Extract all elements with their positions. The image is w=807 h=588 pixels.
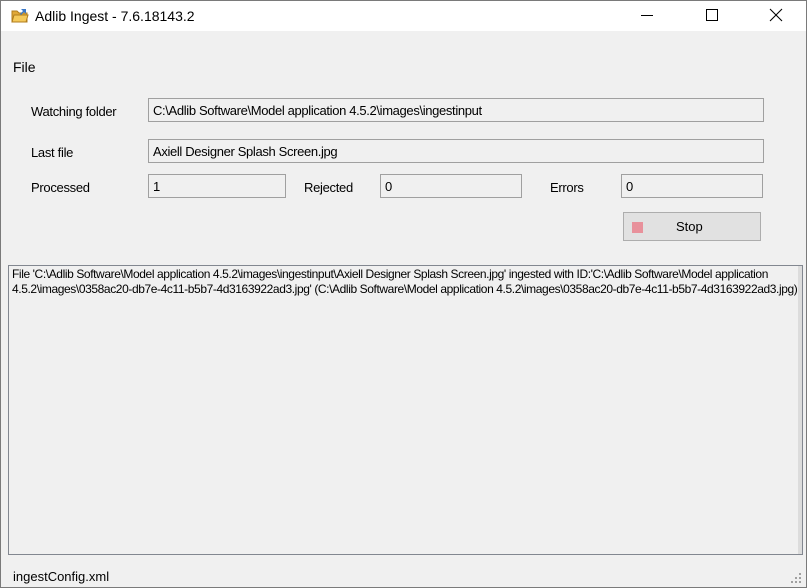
rejected-field[interactable]: 0 — [380, 174, 522, 198]
app-window: Adlib Ingest - 7.6.18143.2 File Watching… — [0, 0, 807, 588]
status-config-file: ingestConfig.xml — [13, 569, 110, 584]
minimize-icon — [641, 9, 653, 24]
rejected-label: Rejected — [304, 180, 353, 195]
close-icon — [769, 8, 783, 25]
menu-file[interactable]: File — [13, 59, 36, 75]
maximize-button[interactable] — [689, 1, 735, 31]
status-bar: ingestConfig.xml — [1, 563, 806, 587]
watching-folder-label: Watching folder — [31, 104, 117, 119]
last-file-field[interactable]: Axiell Designer Splash Screen.jpg — [148, 139, 764, 163]
stop-button-label: Stop — [676, 219, 703, 234]
menu-bar: File — [1, 31, 806, 76]
errors-label: Errors — [550, 180, 584, 195]
folder-icon — [11, 8, 29, 24]
log-output[interactable]: File 'C:\Adlib Software\Model applicatio… — [8, 265, 803, 555]
stop-square-icon — [632, 222, 643, 233]
stop-button[interactable]: Stop — [623, 212, 761, 241]
window-title: Adlib Ingest - 7.6.18143.2 — [35, 8, 195, 24]
processed-label: Processed — [31, 180, 90, 195]
errors-field[interactable]: 0 — [621, 174, 763, 198]
minimize-button[interactable] — [624, 1, 670, 31]
log-text: File 'C:\Adlib Software\Model applicatio… — [12, 267, 798, 296]
maximize-icon — [706, 8, 718, 24]
resize-grip-icon[interactable] — [790, 572, 802, 584]
title-bar[interactable]: Adlib Ingest - 7.6.18143.2 — [1, 1, 806, 31]
log-scrollbar[interactable] — [798, 266, 802, 554]
processed-field[interactable]: 1 — [148, 174, 286, 198]
last-file-label: Last file — [31, 145, 74, 160]
watching-folder-field[interactable]: C:\Adlib Software\Model application 4.5.… — [148, 98, 764, 122]
close-button[interactable] — [753, 1, 799, 31]
